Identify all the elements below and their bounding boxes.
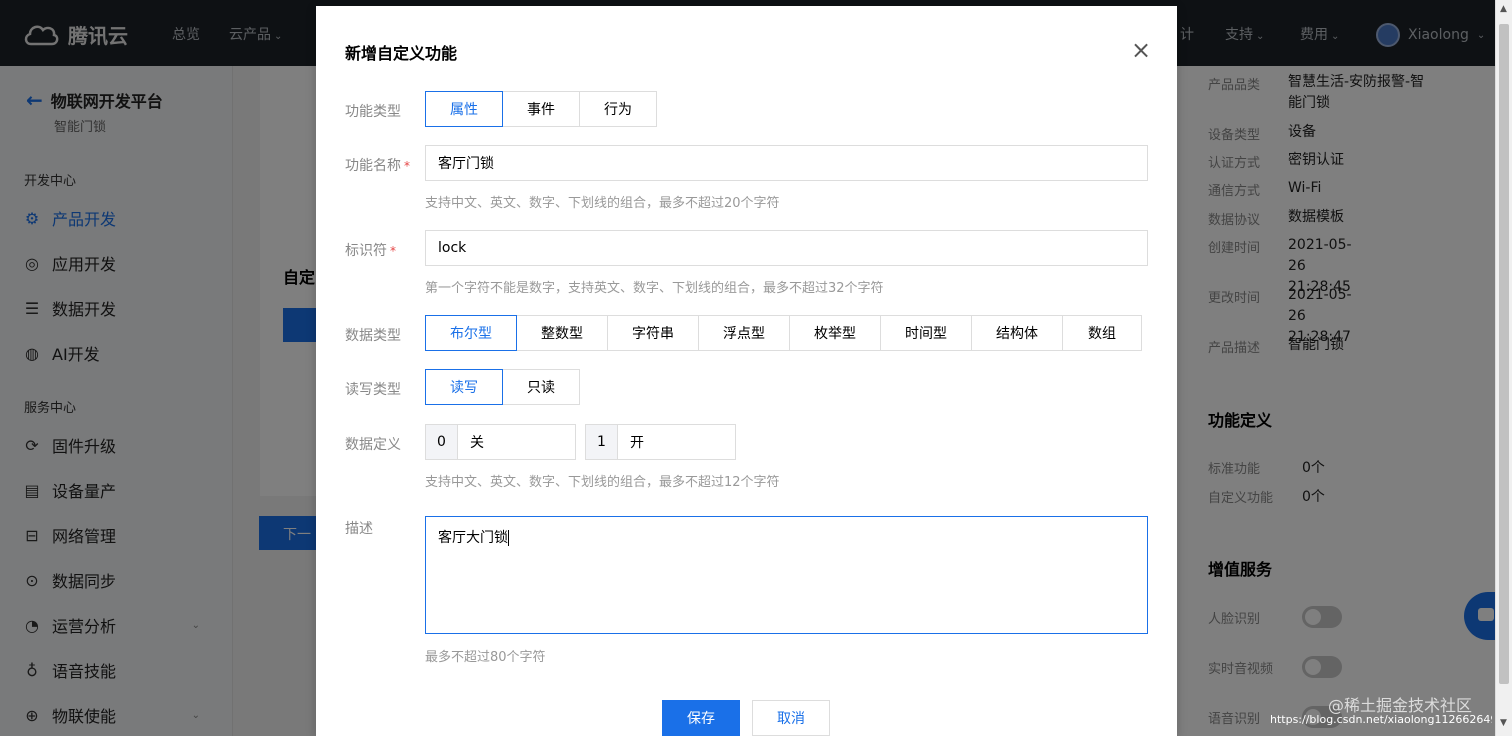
data-type-time[interactable]: 时间型 xyxy=(880,315,972,351)
rw-type-readonly[interactable]: 只读 xyxy=(502,369,580,405)
rw-type-selector: 读写 只读 xyxy=(425,369,580,405)
description-value: 客厅大门锁 xyxy=(438,530,508,546)
func-type-property[interactable]: 属性 xyxy=(425,91,503,127)
data-type-int[interactable]: 整数型 xyxy=(516,315,608,351)
func-name-value: 客厅门锁 xyxy=(438,156,494,172)
data-def-label: 数据定义 xyxy=(345,437,401,453)
data-type-float[interactable]: 浮点型 xyxy=(698,315,790,351)
enum-key: 1 xyxy=(585,424,618,460)
data-type-array[interactable]: 数组 xyxy=(1062,315,1142,351)
required-mark: * xyxy=(404,159,410,173)
identifier-value: lock xyxy=(438,240,467,256)
enum-value-input[interactable]: 关 xyxy=(458,424,576,460)
func-name-label: 功能名称 * xyxy=(345,155,410,175)
watermark-url: https://blog.csdn.net/xiaolong1126626497 xyxy=(1270,713,1492,726)
enum-pair-false: 0 关 xyxy=(425,424,576,460)
func-type-label: 功能类型 xyxy=(345,104,401,120)
description-hint: 最多不超过80个字符 xyxy=(425,650,546,665)
close-icon[interactable]: × xyxy=(1130,38,1152,62)
data-type-label: 数据类型 xyxy=(345,328,401,344)
scroll-up-icon[interactable]: ▲ xyxy=(1500,4,1507,14)
text-cursor xyxy=(508,530,509,546)
enum-value-input[interactable]: 开 xyxy=(618,424,736,460)
page-scrollbar[interactable]: ▲ ▼ xyxy=(1495,0,1512,736)
required-mark: * xyxy=(390,244,396,258)
data-type-bool[interactable]: 布尔型 xyxy=(425,315,517,351)
identifier-hint: 第一个字符不能是数字，支持英文、数字、下划线的组合，最多不超过32个字符 xyxy=(425,281,884,296)
func-name-label-text: 功能名称 xyxy=(345,158,401,174)
identifier-label: 标识符 * xyxy=(345,240,396,260)
data-type-string[interactable]: 字符串 xyxy=(607,315,699,351)
enum-key: 0 xyxy=(425,424,458,460)
add-custom-function-dialog: 新增自定义功能 × 功能类型 属性 事件 行为 功能名称 * 客厅门锁 支持中文、… xyxy=(316,6,1177,736)
dialog-title: 新增自定义功能 xyxy=(345,44,458,63)
func-name-hint: 支持中文、英文、数字、下划线的组合，最多不超过20个字符 xyxy=(425,196,780,211)
identifier-input[interactable]: lock xyxy=(425,230,1148,266)
save-button[interactable]: 保存 xyxy=(662,700,740,736)
cancel-button[interactable]: 取消 xyxy=(752,700,830,736)
description-label: 描述 xyxy=(345,521,373,537)
scrollbar-thumb[interactable] xyxy=(1499,24,1509,684)
func-type-action[interactable]: 行为 xyxy=(579,91,657,127)
data-type-struct[interactable]: 结构体 xyxy=(971,315,1063,351)
func-type-selector: 属性 事件 行为 xyxy=(425,91,657,127)
description-textarea[interactable]: 客厅大门锁 xyxy=(425,516,1148,634)
data-def-hint: 支持中文、英文、数字、下划线的组合，最多不超过12个字符 xyxy=(425,475,780,490)
func-type-event[interactable]: 事件 xyxy=(502,91,580,127)
enum-pair-true: 1 开 xyxy=(585,424,736,460)
data-type-enum[interactable]: 枚举型 xyxy=(789,315,881,351)
func-name-input[interactable]: 客厅门锁 xyxy=(425,145,1148,181)
rw-type-readwrite[interactable]: 读写 xyxy=(425,369,503,405)
scroll-down-icon[interactable]: ▼ xyxy=(1500,718,1507,728)
rw-type-label: 读写类型 xyxy=(345,382,401,398)
data-type-selector: 布尔型 整数型 字符串 浮点型 枚举型 时间型 结构体 数组 xyxy=(425,315,1142,351)
identifier-label-text: 标识符 xyxy=(345,243,387,259)
